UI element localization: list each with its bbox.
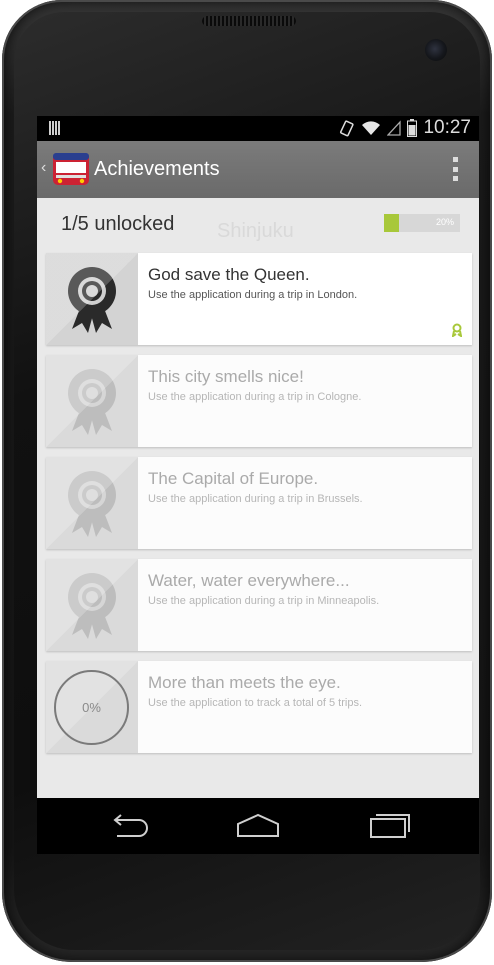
overflow-menu-icon[interactable]: [453, 157, 459, 181]
progress-label: 20%: [435, 217, 454, 227]
achievement-card[interactable]: 0% More than meets the eye. Use the appl…: [46, 661, 472, 753]
up-caret-icon[interactable]: ‹: [41, 159, 46, 177]
achievement-card[interactable]: The Capital of Europe. Use the applicati…: [46, 457, 472, 549]
badge-tile: [46, 559, 138, 651]
unlocked-ribbon-icon: [452, 323, 462, 337]
recents-icon[interactable]: [367, 812, 411, 838]
achievement-title: This city smells nice!: [148, 367, 304, 386]
badge-tile: [46, 457, 138, 549]
page-title: Achievements: [94, 158, 220, 180]
background-city-text: Shinjuku: [217, 220, 294, 242]
progress-bar: 20%: [384, 214, 460, 232]
clock-time: 10:27: [423, 117, 471, 138]
badge-tile: 0%: [46, 661, 138, 753]
award-ribbon-icon: [68, 267, 116, 333]
achievement-description: Use the application during a trip in Lon…: [148, 289, 358, 301]
back-icon[interactable]: [107, 812, 151, 838]
achievement-description: Use the application during a trip in Min…: [148, 595, 380, 607]
achievement-card[interactable]: Water, water everywhere... Use the appli…: [46, 559, 472, 651]
action-bar: ‹ Achievements: [37, 141, 479, 198]
vibrate-icon: [340, 120, 355, 137]
notification-icon: [49, 121, 61, 135]
award-ribbon-icon: [68, 573, 116, 639]
award-ribbon-icon: [68, 369, 116, 435]
award-ribbon-icon: [68, 471, 116, 537]
wifi-icon: [362, 121, 381, 135]
status-icons: 10:27: [339, 117, 471, 139]
front-camera: [425, 39, 447, 61]
achievement-description: Use the application during a trip in Col…: [148, 391, 362, 403]
progress-fill: [384, 214, 400, 232]
status-bar: 10:27: [37, 116, 479, 141]
achievements-list[interactable]: 1/5 unlocked Shinjuku 20% God save the Q…: [37, 198, 479, 798]
achievement-card[interactable]: God save the Queen. Use the application …: [46, 253, 472, 345]
bus-icon[interactable]: [51, 151, 91, 189]
achievement-title: God save the Queen.: [148, 265, 310, 284]
achievement-title: Water, water everywhere...: [148, 571, 350, 590]
earpiece-speaker: [202, 16, 296, 26]
achievement-title: The Capital of Europe.: [148, 469, 319, 488]
home-icon[interactable]: [235, 812, 281, 838]
summary-row: 1/5 unlocked Shinjuku 20%: [37, 198, 479, 248]
phone-frame: 10:27 ‹ Achievements 1/5 unlocked Shinju…: [2, 0, 492, 962]
screen: 10:27 ‹ Achievements 1/5 unlocked Shinju…: [37, 116, 479, 854]
achievement-description: Use the application to track a total of …: [148, 697, 363, 709]
achievement-card[interactable]: This city smells nice! Use the applicati…: [46, 355, 472, 447]
navigation-bar: [37, 798, 479, 854]
progress-circle: 0%: [54, 670, 129, 745]
battery-icon: [407, 119, 418, 137]
achievement-title: More than meets the eye.: [148, 673, 341, 692]
unlocked-count: 1/5 unlocked: [61, 213, 175, 235]
badge-tile: [46, 355, 138, 447]
badge-tile: [46, 253, 138, 345]
achievement-description: Use the application during a trip in Bru…: [148, 493, 363, 505]
signal-icon: [387, 120, 402, 136]
